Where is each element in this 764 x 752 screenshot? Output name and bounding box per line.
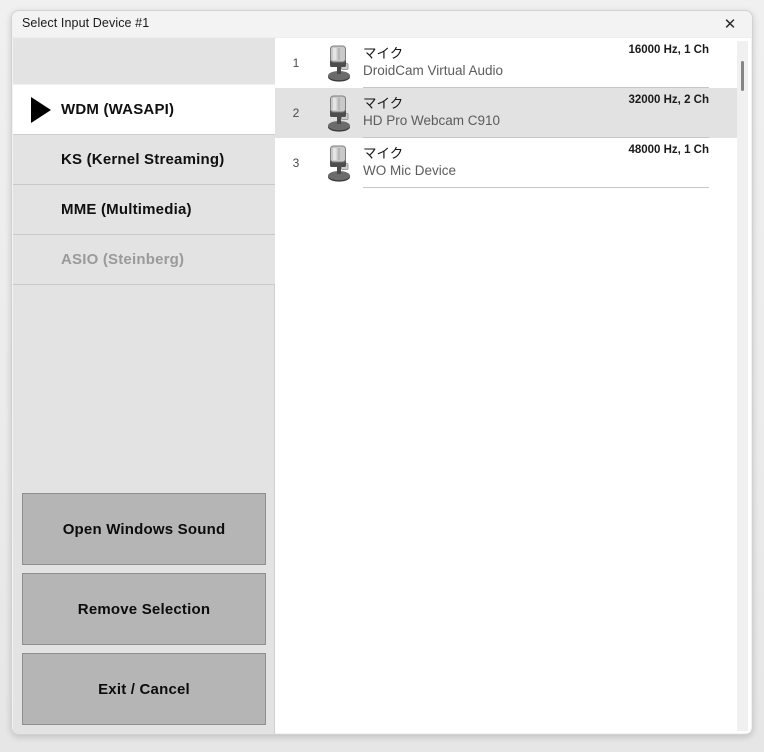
select-input-device-window: Select Input Device #1 ✕ WDM (WASAPI) KS … (11, 10, 753, 735)
audio-api-list: WDM (WASAPI) KS (Kernel Streaming) MME (Mu… (13, 38, 275, 285)
remove-selection-button[interactable]: Remove Selection (22, 573, 266, 645)
desktop-background: Select Input Device #1 ✕ WDM (WASAPI) KS … (0, 0, 764, 752)
scrollbar-thumb[interactable] (741, 61, 744, 91)
api-item-3: ASIO (Steinberg) (13, 235, 275, 285)
device-row[interactable]: 1 マイク DroidCam Virtual Audio 16000 Hz, 1 Ch (275, 38, 747, 88)
close-window-button[interactable]: ✕ (708, 11, 752, 38)
device-list-panel: 1 マイク DroidCam Virtual Audio 16000 Hz, 1 Ch… (275, 38, 751, 733)
microphone-icon (317, 142, 363, 184)
microphone-icon (317, 42, 363, 84)
microphone-icon (317, 92, 363, 134)
close-icon: ✕ (723, 15, 737, 33)
device-list-scrollbar[interactable] (737, 41, 748, 731)
api-item-label: ASIO (Steinberg) (61, 251, 185, 268)
device-format: 48000 Hz, 1 Ch (628, 144, 709, 156)
device-title: マイク (363, 46, 404, 62)
device-info: マイク WO Mic Device 48000 Hz, 1 Ch (363, 138, 709, 188)
open-windows-sound-button[interactable]: Open Windows Sound (22, 493, 266, 565)
device-name: HD Pro Webcam C910 (363, 113, 501, 128)
audio-api-sidebar: WDM (WASAPI) KS (Kernel Streaming) MME (Mu… (13, 38, 275, 734)
device-info: マイク HD Pro Webcam C910 32000 Hz, 2 Ch (363, 88, 709, 138)
input-device-list: 1 マイク DroidCam Virtual Audio 16000 Hz, 1 Ch… (275, 38, 747, 188)
device-title: マイク (363, 96, 404, 112)
device-index: 1 (292, 56, 300, 70)
device-name: DroidCam Virtual Audio (363, 63, 504, 78)
device-index: 3 (292, 156, 300, 170)
window-title: Select Input Device #1 (22, 16, 150, 30)
device-info: マイク DroidCam Virtual Audio 16000 Hz, 1 Ch (363, 38, 709, 88)
exit-cancel-button[interactable]: Exit / Cancel (22, 653, 266, 725)
action-button-label: Remove Selection (77, 600, 211, 618)
device-index: 2 (292, 106, 300, 120)
action-button-group: Open Windows Sound Remove Selection Exit /… (22, 493, 266, 725)
device-name: WO Mic Device (363, 163, 457, 178)
device-row[interactable]: 3 マイク WO Mic Device 48000 Hz, 1 Ch (275, 138, 747, 188)
api-list-top-spacer (13, 38, 275, 85)
action-button-label: Open Windows Sound (62, 520, 226, 538)
device-format: 16000 Hz, 1 Ch (628, 44, 709, 56)
api-item-label: MME (Multimedia) (61, 201, 192, 218)
device-title: マイク (363, 146, 404, 162)
device-format: 32000 Hz, 2 Ch (628, 94, 709, 106)
selection-triangle-icon (31, 96, 51, 123)
action-button-label: Exit / Cancel (98, 680, 190, 698)
api-item-2[interactable]: MME (Multimedia) (13, 185, 275, 235)
device-row[interactable]: 2 マイク HD Pro Webcam C910 32000 Hz, 2 Ch (275, 88, 747, 138)
api-item-0[interactable]: WDM (WASAPI) (13, 85, 275, 135)
api-item-label: KS (Kernel Streaming) (61, 151, 225, 168)
api-item-1[interactable]: KS (Kernel Streaming) (13, 135, 275, 185)
window-titlebar: Select Input Device #1 ✕ (12, 11, 752, 38)
api-item-label: WDM (WASAPI) (61, 101, 175, 118)
